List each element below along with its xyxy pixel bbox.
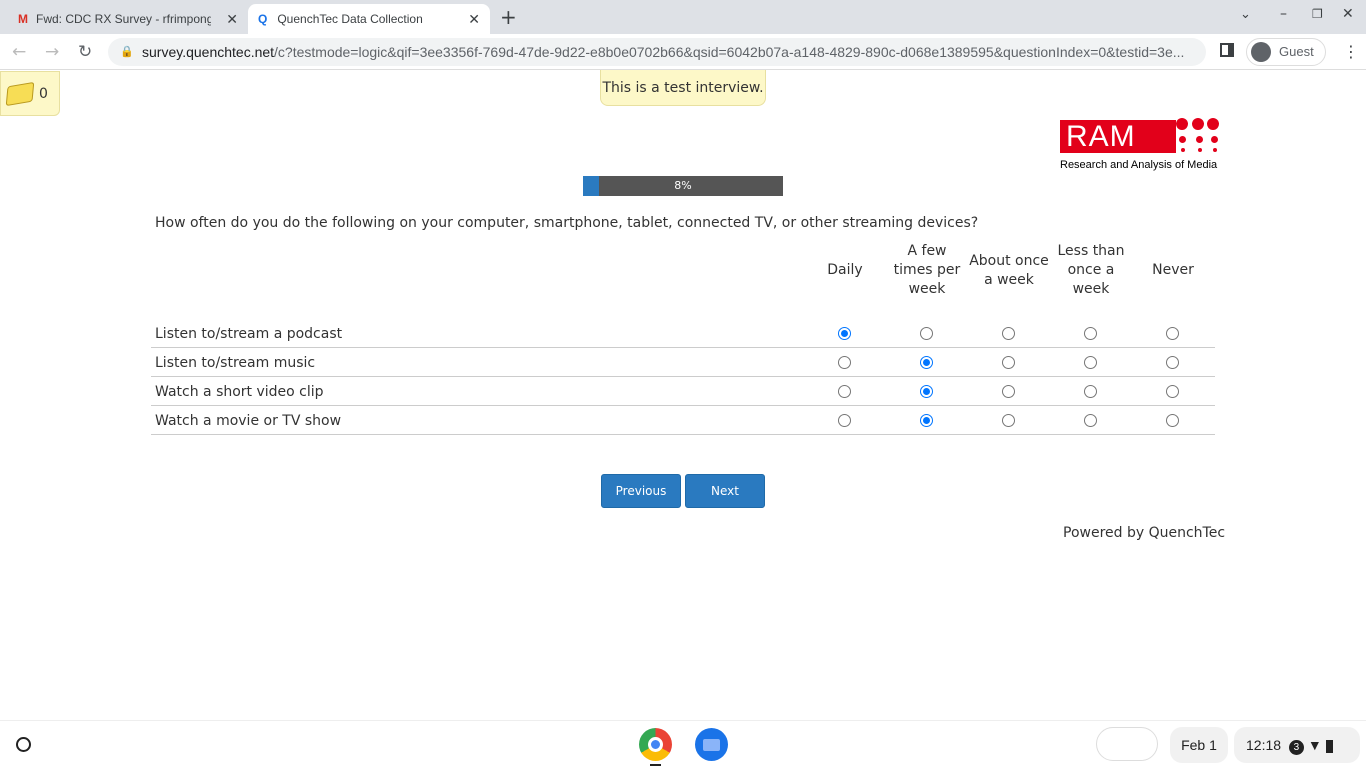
column-header: A few times per week [886,242,968,299]
radio-less-than-once-a-week[interactable] [1084,327,1097,340]
tab-title: QuenchTec Data Collection [277,12,423,26]
url-host: survey.quenchtec.net [142,44,275,60]
radio-daily[interactable] [838,414,851,427]
close-tab-icon[interactable]: ✕ [226,11,238,28]
forward-icon[interactable]: → [45,42,59,62]
holding-space-icon[interactable] [1096,727,1158,761]
test-interview-banner: This is a test interview. [600,70,766,106]
minimize-icon[interactable]: – [1280,6,1287,22]
row-label: Listen to/stream music [155,355,316,371]
browser-toolbar: ← → ↻ 🔒 survey.quenchtec.net/c?testmode=l… [0,34,1366,70]
radio-less-than-once-a-week[interactable] [1084,414,1097,427]
tab-gmail[interactable]: M Fwd: CDC RX Survey - rfrimpong ✕ [8,4,248,34]
notes-count: 0 [39,85,48,102]
url-path: /c?testmode=logic&qif=3ee3356f-769d-47de… [274,44,1185,60]
column-header-label: Daily [827,262,863,278]
address-bar[interactable]: 🔒 survey.quenchtec.net/c?testmode=logic&q… [108,38,1206,66]
radio-never[interactable] [1166,327,1179,340]
column-header-label: Less than once a week [1057,243,1125,297]
radio-a-few-times-per-week[interactable] [920,414,933,427]
system-shelf: Feb 1 12:18 3 ▼ [0,720,1366,768]
close-window-icon[interactable]: ✕ [1342,6,1354,22]
new-tab-icon[interactable]: + [500,5,517,29]
column-header: Daily [804,242,886,299]
table-row: Listen to/stream a podcast [151,319,1215,348]
date-tray[interactable]: Feb 1 [1170,727,1228,763]
radio-about-once-a-week[interactable] [1002,385,1015,398]
side-panel-icon[interactable] [1220,43,1234,57]
radio-daily[interactable] [838,327,851,340]
battery-icon [1325,739,1333,753]
tab-title: Fwd: CDC RX Survey - rfrimpong [36,12,211,26]
wifi-icon: ▼ [1307,737,1322,753]
radio-a-few-times-per-week[interactable] [920,385,933,398]
table-row: Listen to/stream music [151,348,1215,377]
notes-button[interactable]: 0 [0,71,60,116]
radio-about-once-a-week[interactable] [1002,414,1015,427]
powered-by: Powered by QuenchTec [1063,525,1226,541]
chrome-icon[interactable] [639,728,672,761]
progress-bar: 8% [583,176,783,196]
radio-about-once-a-week[interactable] [1002,327,1015,340]
quenchtec-icon: Q [258,12,268,26]
reload-icon[interactable]: ↻ [78,42,92,62]
profile-label: Guest [1279,44,1314,59]
column-header: Less than once a week [1050,242,1132,299]
files-icon[interactable] [695,728,728,761]
table-row: Watch a movie or TV show [151,406,1215,435]
row-label: Listen to/stream a podcast [155,326,343,342]
logo-text: RAM [1060,120,1176,153]
radio-daily[interactable] [838,385,851,398]
profile-button[interactable]: Guest [1246,38,1326,66]
close-tab-icon[interactable]: ✕ [468,11,480,28]
radio-never[interactable] [1166,385,1179,398]
radio-never[interactable] [1166,356,1179,369]
radio-less-than-once-a-week[interactable] [1084,385,1097,398]
radio-a-few-times-per-week[interactable] [920,327,933,340]
clock: 12:18 [1246,737,1282,753]
question-text: How often do you do the following on you… [155,215,979,231]
column-header: About once a week [968,242,1050,299]
progress-label: 8% [674,179,692,192]
status-tray[interactable]: 12:18 3 ▼ [1234,727,1360,763]
column-header: Never [1132,242,1214,299]
table-row: Watch a short video clip [151,377,1215,406]
launcher-icon[interactable] [16,737,31,752]
radio-never[interactable] [1166,414,1179,427]
row-label: Watch a movie or TV show [155,413,342,429]
radio-less-than-once-a-week[interactable] [1084,356,1097,369]
back-icon[interactable]: ← [12,42,26,62]
column-header-label: Never [1152,262,1194,278]
menu-icon[interactable]: ⋮ [1343,42,1359,61]
gmail-icon: M [18,12,28,26]
column-header-label: About once a week [969,252,1049,288]
tab-strip: M Fwd: CDC RX Survey - rfrimpong ✕ Q Quench… [0,0,1366,34]
notification-count-badge: 3 [1288,740,1304,755]
tab-quenchtec[interactable]: Q QuenchTec Data Collection ✕ [248,4,490,34]
radio-about-once-a-week[interactable] [1002,356,1015,369]
avatar-icon [1251,42,1271,62]
tab-search-icon[interactable]: ⌄ [1240,7,1251,22]
lock-icon: 🔒 [120,46,134,58]
sticky-note-icon [5,81,35,106]
next-button[interactable]: Next [685,474,765,508]
radio-a-few-times-per-week[interactable] [920,356,933,369]
radio-daily[interactable] [838,356,851,369]
row-label: Watch a short video clip [155,384,324,400]
previous-button[interactable]: Previous [601,474,681,508]
restore-icon[interactable]: ❐ [1312,7,1323,21]
column-header-label: A few times per week [893,243,961,297]
logo-caption: Research and Analysis of Media [1060,159,1218,171]
